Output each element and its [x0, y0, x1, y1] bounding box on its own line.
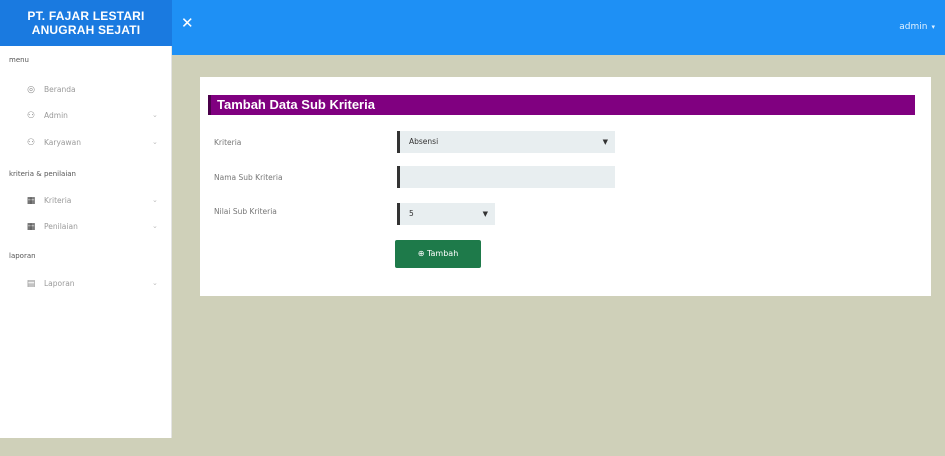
nilai-sub-kriteria-label: Nilai Sub Kriteria: [214, 207, 277, 216]
sidebar-item-beranda[interactable]: ◎ Beranda: [0, 82, 172, 100]
sidebar-section-menu: menu: [9, 56, 29, 64]
sidebar-footer: [0, 438, 172, 456]
sidebar-item-laporan[interactable]: ▤ Laporan ⌄: [0, 276, 172, 294]
kriteria-select[interactable]: Absensi ▼: [397, 131, 615, 153]
sidebar-item-penilaian[interactable]: ▦ Penilaian ⌄: [0, 219, 172, 237]
tambah-button[interactable]: ⊕ Tambah: [395, 240, 481, 268]
sidebar-item-label: Penilaian: [44, 222, 78, 231]
nilai-sub-kriteria-select[interactable]: 5 ▼: [397, 203, 495, 225]
user-name: admin: [899, 22, 928, 32]
sidebar-item-admin[interactable]: ⚇ Admin ⌄: [0, 108, 172, 126]
chevron-down-icon: ⌄: [152, 111, 158, 119]
chevron-down-icon: ⌄: [152, 138, 158, 146]
kriteria-label: Kriteria: [214, 138, 242, 147]
sidebar-item-label: Kriteria: [44, 196, 72, 205]
close-sidebar-icon[interactable]: ✕: [181, 14, 194, 32]
user-icon: ⚇: [26, 111, 36, 121]
sidebar-item-label: Karyawan: [44, 138, 81, 147]
sidebar-item-label: Beranda: [44, 85, 76, 94]
sidebar-item-label: Laporan: [44, 279, 75, 288]
chevron-down-icon: ⌄: [152, 196, 158, 204]
nilai-selected-value: 5: [409, 209, 414, 218]
sidebar-item-kriteria[interactable]: ▦ Kriteria ⌄: [0, 193, 172, 211]
page-title: Tambah Data Sub Kriteria: [208, 95, 915, 115]
report-icon: ▤: [26, 279, 36, 289]
user-icon: ⚇: [26, 138, 36, 148]
brand-logo[interactable]: PT. FAJAR LESTARI ANUGRAH SEJATI: [0, 0, 172, 46]
chevron-down-icon: ⌄: [152, 222, 158, 230]
chevron-down-icon: ⌄: [152, 279, 158, 287]
dropdown-arrow-icon: ▼: [602, 138, 608, 146]
sidebar-item-label: Admin: [44, 111, 68, 120]
brand-line-1: PT. FAJAR LESTARI: [27, 9, 145, 23]
table-icon: ▦: [26, 196, 36, 206]
brand-line-2: ANUGRAH SEJATI: [31, 23, 141, 37]
sidebar-item-karyawan[interactable]: ⚇ Karyawan ⌄: [0, 135, 172, 153]
sidebar: menu ◎ Beranda ⚇ Admin ⌄ ⚇ Karyawan ⌄ kr…: [0, 46, 172, 456]
home-icon: ◎: [27, 85, 35, 95]
nama-sub-kriteria-label: Nama Sub Kriteria: [214, 173, 283, 182]
dropdown-arrow-icon: ▼: [482, 210, 488, 218]
table-icon: ▦: [26, 222, 36, 232]
sidebar-section-laporan: laporan: [9, 252, 36, 260]
sidebar-section-kriteria: kriteria & penilaian: [9, 170, 76, 178]
user-menu[interactable]: admin ▾: [899, 22, 935, 32]
chevron-down-icon: ▾: [931, 23, 935, 31]
nama-sub-kriteria-input[interactable]: [397, 166, 615, 188]
kriteria-selected-value: Absensi: [409, 137, 439, 146]
